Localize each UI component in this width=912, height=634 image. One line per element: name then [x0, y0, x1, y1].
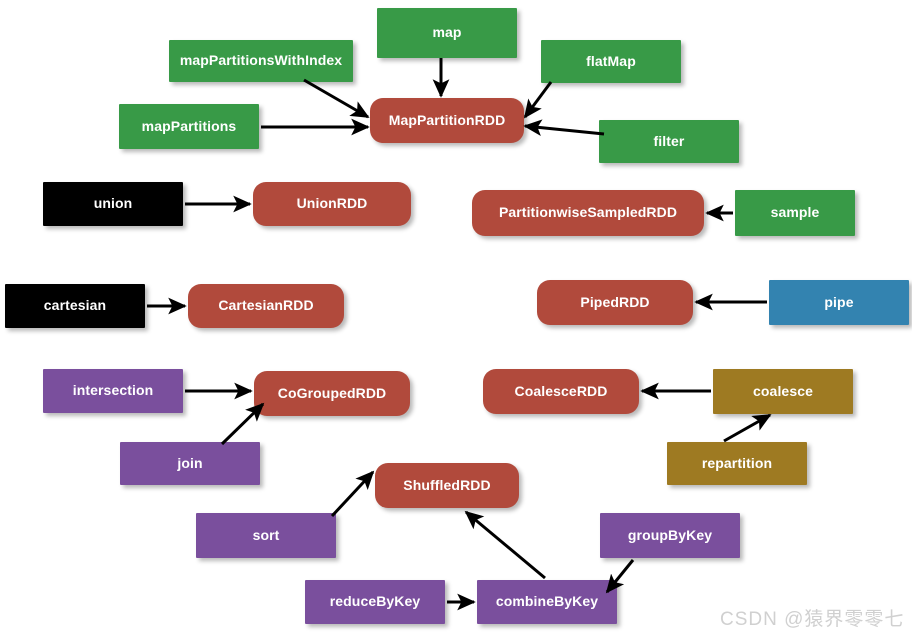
node-label: PipedRDD	[580, 293, 650, 310]
node-join[interactable]: join	[120, 442, 260, 485]
node-map[interactable]: map	[377, 8, 517, 58]
edge-repartition-to-coalesce	[723, 413, 772, 443]
node-coalesce[interactable]: coalesce	[713, 369, 853, 414]
edge-sort-to-ShuffledRDD	[330, 470, 375, 518]
node-filter[interactable]: filter	[599, 120, 739, 163]
node-label: groupByKey	[627, 526, 713, 543]
node-CartesianRDD[interactable]: CartesianRDD	[188, 284, 344, 328]
node-label: pipe	[824, 293, 854, 310]
node-label: PartitionwiseSampledRDD	[498, 204, 678, 221]
node-PartitionwiseSampledRDD[interactable]: PartitionwiseSampledRDD	[472, 190, 704, 236]
node-sample[interactable]: sample	[735, 190, 855, 236]
node-flatMap[interactable]: flatMap	[541, 40, 681, 83]
diagram-canvas: map mapPartitionsWithIndex flatMap MapParti…	[0, 0, 912, 634]
node-label: CartesianRDD	[218, 297, 314, 314]
node-label: sort	[252, 526, 280, 543]
edge-filter-to-MapPartitionRDD	[523, 119, 605, 137]
node-MapPartitionRDD[interactable]: MapPartitionRDD	[370, 98, 524, 143]
node-cartesian[interactable]: cartesian	[5, 284, 145, 328]
node-label: UnionRDD	[296, 195, 368, 212]
node-label: filter	[653, 132, 685, 149]
node-mapPartitions[interactable]: mapPartitions	[119, 104, 259, 149]
node-label: CoGroupedRDD	[277, 384, 387, 401]
edge-combineByKey-to-ShuffledRDD	[464, 510, 546, 580]
node-groupByKey[interactable]: groupByKey	[600, 513, 740, 558]
node-label: MapPartitionRDD	[388, 111, 506, 128]
node-sort[interactable]: sort	[196, 513, 336, 558]
node-mapPartitionsWithIndex[interactable]: mapPartitionsWithIndex	[169, 40, 353, 82]
node-label: reduceByKey	[329, 593, 421, 610]
node-pipe[interactable]: pipe	[769, 280, 909, 325]
node-combineByKey[interactable]: combineByKey	[477, 580, 617, 624]
node-label: combineByKey	[495, 593, 599, 610]
node-label: mapPartitions	[141, 117, 237, 134]
node-label: ShuffledRDD	[403, 476, 491, 493]
node-label: flatMap	[586, 52, 636, 69]
node-label: join	[177, 454, 203, 471]
node-CoalesceRDD[interactable]: CoalesceRDD	[483, 369, 639, 414]
node-intersection[interactable]: intersection	[43, 369, 183, 413]
node-repartition[interactable]: repartition	[667, 442, 807, 485]
node-label: union	[93, 195, 133, 212]
node-label: intersection	[72, 382, 154, 399]
node-UnionRDD[interactable]: UnionRDD	[253, 182, 411, 226]
node-label: coalesce	[753, 382, 813, 399]
node-label: CoalesceRDD	[514, 382, 608, 399]
edge-flatMap-to-MapPartitionRDD	[523, 81, 553, 119]
edge-mapPartitionsWithIndex-to-MapPartitionRDD	[303, 78, 370, 119]
csdn-watermark: CSDN @猿界零零七	[720, 609, 905, 630]
node-reduceByKey[interactable]: reduceByKey	[305, 580, 445, 624]
node-PipedRDD[interactable]: PipedRDD	[537, 280, 693, 325]
node-label: repartition	[701, 454, 773, 471]
node-label: cartesian	[43, 297, 107, 314]
node-ShuffledRDD[interactable]: ShuffledRDD	[375, 463, 519, 508]
node-CoGroupedRDD[interactable]: CoGroupedRDD	[254, 371, 410, 416]
node-union[interactable]: union	[43, 182, 183, 226]
node-label: map	[432, 24, 462, 41]
node-label: sample	[770, 204, 820, 221]
node-label: mapPartitionsWithIndex	[179, 52, 343, 69]
